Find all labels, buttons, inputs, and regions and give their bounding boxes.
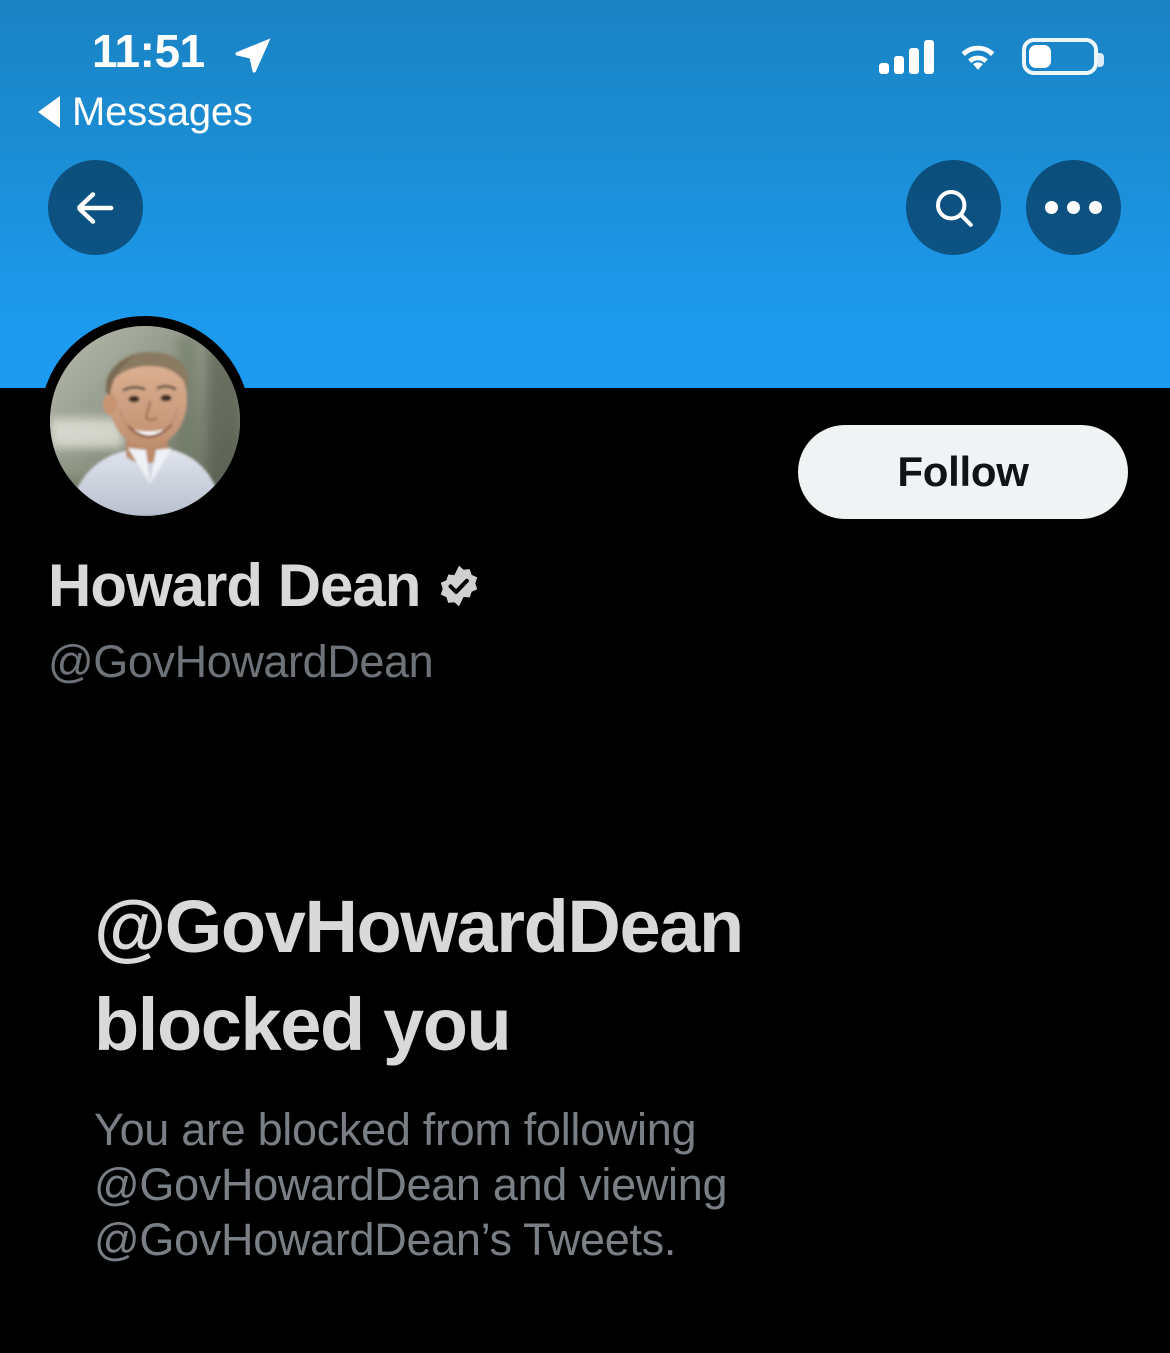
profile-handle: @GovHowardDean <box>48 636 434 687</box>
profile-identity: Howard Dean @GovHowardDean <box>48 550 482 690</box>
cellular-signal-icon <box>879 39 934 74</box>
location-arrow-icon <box>235 38 271 73</box>
avatar[interactable] <box>40 316 250 526</box>
avatar-photo <box>50 326 240 516</box>
blocked-notice: @GovHowardDean blocked you You are block… <box>94 878 994 1267</box>
blocked-description: You are blocked from following @GovHowar… <box>94 1104 728 1265</box>
page-title: Howard Dean <box>48 552 421 619</box>
display-name-row: Howard Dean <box>48 550 482 622</box>
status-indicators <box>879 38 1104 75</box>
wifi-icon <box>961 45 995 70</box>
more-horizontal-icon <box>1045 201 1102 214</box>
battery-icon <box>1022 38 1104 75</box>
verified-badge-icon <box>441 565 478 607</box>
battery-fill <box>1029 45 1052 68</box>
search-button[interactable] <box>906 160 1001 255</box>
follow-button[interactable]: Follow <box>798 425 1128 519</box>
status-time: 11:51 <box>92 25 205 77</box>
search-icon <box>935 189 973 227</box>
back-to-messages-label: Messages <box>72 90 253 134</box>
arrow-left-icon <box>76 191 113 224</box>
back-triangle-icon <box>38 96 60 128</box>
avatar-image <box>50 326 240 516</box>
more-options-button[interactable] <box>1026 160 1121 255</box>
blocked-title: @GovHowardDean blocked you <box>94 885 744 1066</box>
back-to-messages-link[interactable]: Messages <box>38 90 253 134</box>
ios-status-bar: 11:51 <box>0 0 1170 100</box>
twitter-blocked-profile-screen: 11:51 Messages Follow Howard Dean @GovHo… <box>0 0 1170 1353</box>
back-button[interactable] <box>48 160 143 255</box>
